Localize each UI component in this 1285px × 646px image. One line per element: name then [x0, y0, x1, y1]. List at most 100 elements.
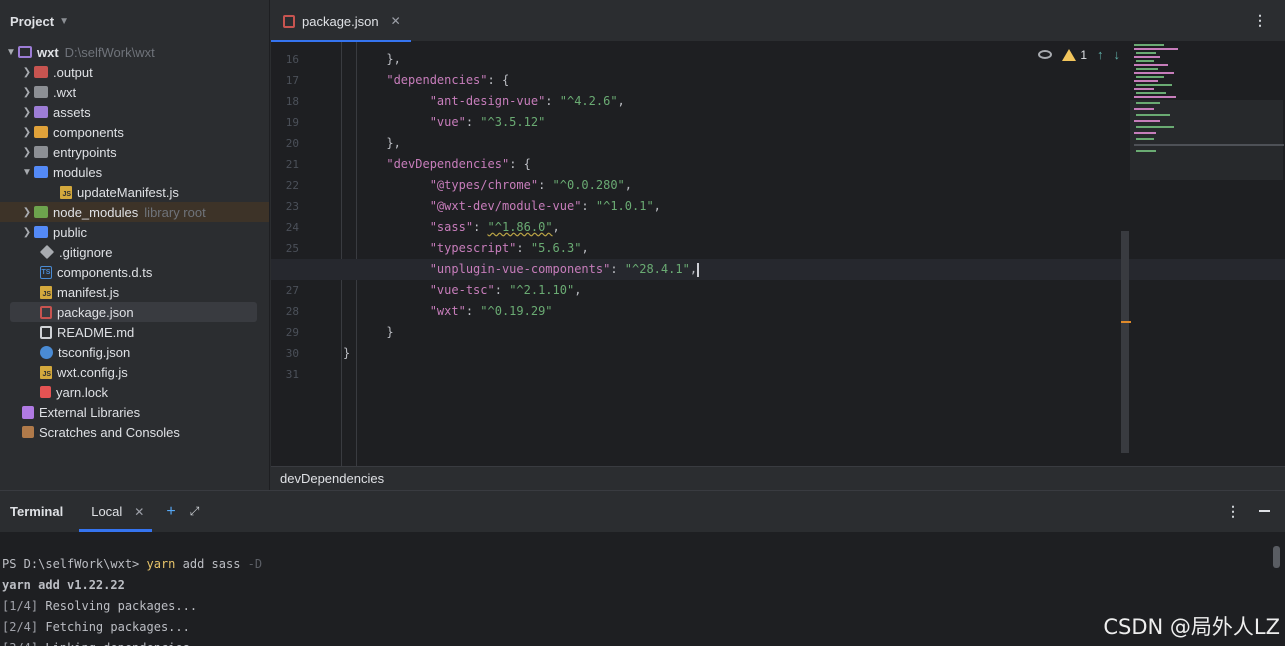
minimap-line [1136, 150, 1156, 152]
code-token: : { [487, 73, 510, 87]
tree-item-updatemanifest[interactable]: JS updateManifest.js [0, 182, 269, 202]
code-line[interactable]: "vue-tsc": "^2.1.10", [343, 280, 582, 301]
breadcrumb-item[interactable]: devDependencies [280, 471, 384, 486]
code-token: "vue" [429, 115, 466, 129]
code-token: : [538, 178, 553, 192]
code-line[interactable]: "vue": "^3.5.12" [343, 112, 546, 133]
line-number: 19 [285, 116, 299, 129]
tree-item-output[interactable]: ❯ .output [0, 62, 269, 82]
close-icon[interactable]: ✕ [134, 505, 144, 519]
line-number: 16 [285, 53, 299, 66]
tab-package-json[interactable]: package.json ✕ [271, 0, 411, 43]
minimap-line [1136, 138, 1154, 140]
terminal-output[interactable]: [3/4] Linking dependencies...[2/4] Fetch… [0, 532, 1285, 646]
code-line[interactable]: }, [343, 133, 400, 154]
code-line[interactable]: "ant-design-vue": "^4.2.6", [343, 91, 625, 112]
tree-item-label: wxt.config.js [57, 364, 128, 380]
code-line[interactable]: "typescript": "5.6.3", [343, 238, 589, 259]
project-panel-header[interactable]: Project ▼ [0, 0, 269, 42]
tree-item-root[interactable]: ▼ wxt D:\selfWork\wxt [0, 42, 269, 62]
tree-item-label: yarn.lock [56, 384, 109, 400]
code-line[interactable]: "sass": "^1.86.0", [343, 217, 560, 238]
minimap-line [1134, 132, 1156, 134]
code-line[interactable]: "@types/chrome": "^0.0.280", [343, 175, 632, 196]
code-token: "typescript" [429, 241, 517, 255]
line-number: 28 [285, 305, 299, 318]
tree-item-components[interactable]: ❯ components [0, 122, 269, 142]
project-tree: ▼ wxt D:\selfWork\wxt ❯ .output ❯ .wxt ❯… [0, 42, 269, 442]
minimize-icon[interactable] [1259, 510, 1270, 512]
chevron-expanded-icon: ▼ [6, 46, 16, 58]
tree-item-wxt[interactable]: ❯ .wxt [0, 82, 269, 102]
tree-item-tsconfig[interactable]: tsconfig.json [0, 342, 269, 362]
arrow-up-icon[interactable]: ↑ [1097, 47, 1104, 62]
tree-item-yarn-lock[interactable]: yarn.lock [0, 382, 269, 402]
minimap-line [1136, 102, 1160, 104]
tree-item-package-json[interactable]: package.json [10, 302, 257, 322]
minimap-line [1134, 72, 1174, 74]
folder-icon [34, 206, 48, 218]
tree-item-scratches[interactable]: Scratches and Consoles [0, 422, 269, 442]
terminal-line: [3/4] Linking dependencies... [2, 638, 212, 646]
code-line[interactable]: } [343, 343, 350, 364]
more-options-icon[interactable]: ⋮ [1253, 12, 1267, 29]
code-line[interactable]: "devDependencies": { [343, 154, 531, 175]
code-editor[interactable]: 16171819202122232425262728293031 }, "dep… [271, 42, 1285, 466]
arrow-down-icon[interactable]: ↓ [1114, 47, 1121, 62]
tree-item-gitignore[interactable]: .gitignore [0, 242, 269, 262]
json-file-icon [40, 305, 52, 319]
inspection-widget[interactable]: 1 ↑ ↓ [1038, 47, 1120, 62]
tree-item-components-dts[interactable]: TS components.d.ts [0, 262, 269, 282]
code-token: , [624, 178, 633, 192]
gear-icon [40, 345, 53, 359]
code-token: : [516, 241, 531, 255]
add-terminal-icon[interactable]: + [166, 503, 175, 521]
code-line[interactable]: "@wxt-dev/module-vue": "^1.0.1", [343, 196, 661, 217]
more-options-icon[interactable]: ⋮ [1226, 503, 1240, 520]
tree-item-assets[interactable]: ❯ assets [0, 102, 269, 122]
minimap-line [1136, 84, 1172, 86]
chevron-right-icon: ❯ [22, 86, 32, 98]
typescript-file-icon: TS [40, 265, 52, 279]
tree-item-external-libraries[interactable]: External Libraries [0, 402, 269, 422]
project-panel: Project ▼ ▼ wxt D:\selfWork\wxt ❯ .outpu… [0, 0, 270, 490]
tree-item-public[interactable]: ❯ public [0, 222, 269, 242]
minimap-viewport[interactable] [1130, 100, 1283, 180]
warning-indicator[interactable]: 1 [1062, 48, 1087, 62]
folder-icon [34, 66, 48, 78]
tree-item-label: entrypoints [53, 144, 117, 160]
code-line[interactable]: }, [343, 49, 400, 70]
code-line[interactable]: "dependencies": { [343, 70, 509, 91]
tree-item-entrypoints[interactable]: ❯ entrypoints [0, 142, 269, 162]
tree-item-modules[interactable]: ▼ modules [0, 162, 269, 182]
hide-eye-icon[interactable] [1038, 50, 1053, 59]
code-line[interactable]: "wxt": "^0.19.29" [343, 301, 553, 322]
terminal-line: [1/4] Resolving packages... [2, 596, 197, 617]
tab-terminal-local[interactable]: Local ✕ [79, 491, 153, 532]
scrollbar-warning-mark [1121, 321, 1131, 323]
warning-count: 1 [1080, 47, 1087, 62]
editor-tab-bar: package.json ✕ ⋮ [271, 0, 1285, 43]
tree-item-node-modules[interactable]: ❯ node_modules library root [0, 202, 269, 222]
tree-item-readme[interactable]: README.md [0, 322, 269, 342]
code-token: "^3.5.12" [480, 115, 546, 129]
tree-item-manifest[interactable]: JS manifest.js [0, 282, 269, 302]
code-token: : [473, 220, 488, 234]
code-token: "^1.86.0" [487, 220, 553, 234]
editor-scrollbar[interactable] [1121, 231, 1129, 453]
terminal-scrollbar[interactable] [1273, 546, 1280, 568]
code-token: : [465, 304, 481, 318]
markdown-file-icon [40, 325, 52, 339]
code-token: "^2.1.10" [509, 283, 575, 297]
terminal-token: [3/4] [2, 641, 38, 646]
ide-window: Project ▼ ▼ wxt D:\selfWork\wxt ❯ .outpu… [0, 0, 1285, 646]
expand-icon[interactable]: ⤢ [190, 504, 200, 519]
tree-item-wxt-config[interactable]: JS wxt.config.js [0, 362, 269, 382]
code-line[interactable]: } [343, 322, 393, 343]
code-line[interactable]: "unplugin-vue-components": "^28.4.1", [343, 259, 700, 280]
code-token: : [465, 115, 481, 129]
minimap[interactable] [1130, 42, 1285, 182]
close-icon[interactable]: ✕ [391, 14, 401, 28]
tree-root-path: D:\selfWork\wxt [64, 44, 155, 60]
code-token: "^1.0.1" [595, 199, 654, 213]
